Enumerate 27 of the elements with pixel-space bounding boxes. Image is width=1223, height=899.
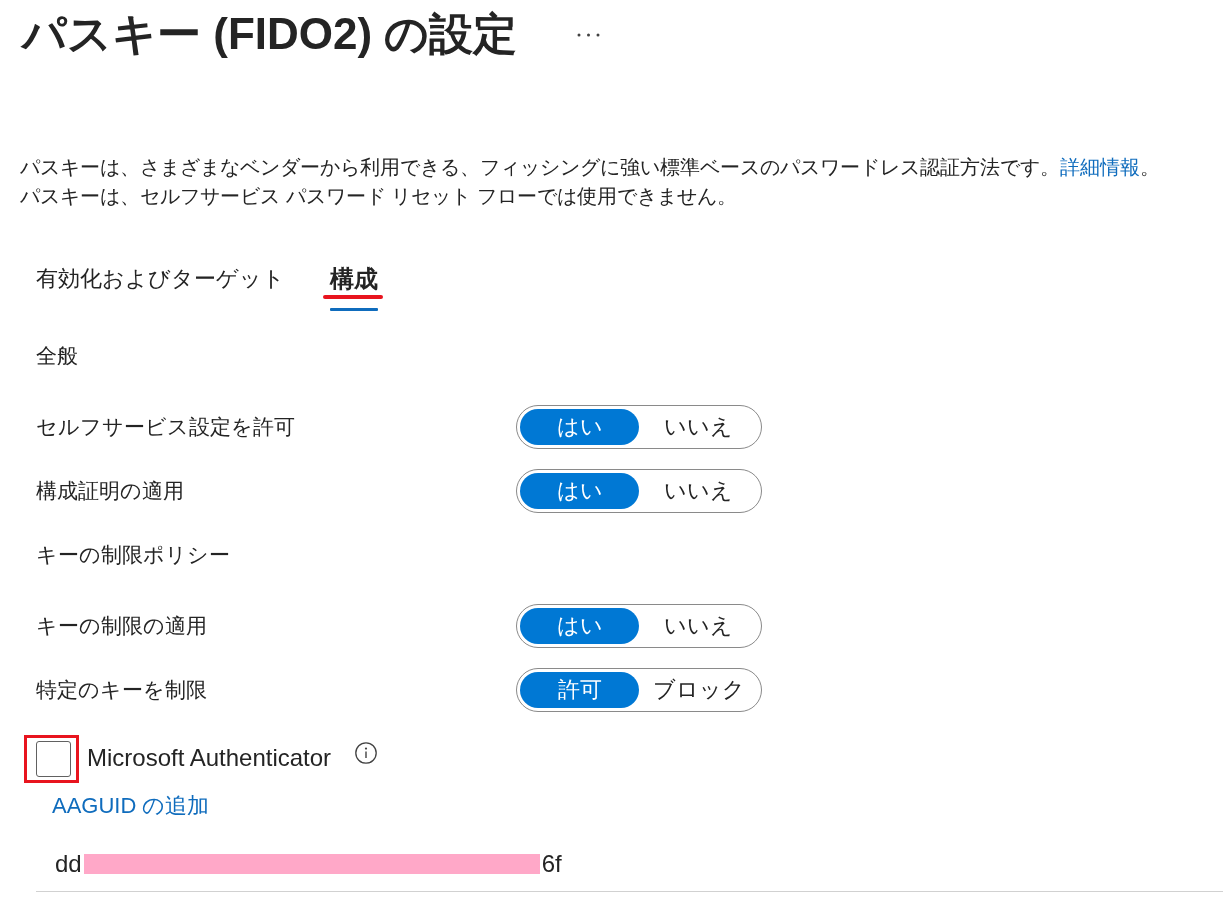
setting-label: キーの制限の適用 xyxy=(36,613,208,639)
toggle-option[interactable]: はい xyxy=(520,409,639,445)
toggle-option[interactable]: はい xyxy=(520,608,639,644)
section-heading: 全般 xyxy=(36,343,78,369)
tab[interactable]: 有効化およびターゲット xyxy=(36,264,285,311)
tab[interactable]: 構成 xyxy=(330,264,378,311)
add-aaguid-link[interactable]: AAGUID の追加 xyxy=(52,791,210,821)
toggle-option[interactable]: はい xyxy=(520,473,639,509)
section-heading: キーの制限ポリシー xyxy=(36,542,230,568)
setting-label: 特定のキーを制限 xyxy=(36,677,208,703)
toggle-option[interactable]: 許可 xyxy=(520,672,639,708)
key-name: Microsoft Authenticator xyxy=(87,743,332,773)
description-text: パスキーは、さまざまなベンダーから利用できる、フィッシングに強い標準ベースのパスワードレス認証方法です。詳細情報。 xyxy=(20,155,1160,180)
description-text: パスキーは、セルフサービス パスワード リセット フローでは使用できません。 xyxy=(20,184,737,209)
toggle-option[interactable]: いいえ xyxy=(639,608,758,644)
page-title: パスキー (FIDO2) の設定 xyxy=(22,8,518,60)
toggle-option[interactable]: ブロック xyxy=(639,672,758,708)
aaguid-text: dd xyxy=(55,849,82,879)
checkbox[interactable] xyxy=(36,741,71,777)
toggle-option[interactable]: いいえ xyxy=(639,473,758,509)
more-icon[interactable] xyxy=(577,33,601,37)
info-icon[interactable] xyxy=(355,742,378,764)
setting-label: 構成証明の適用 xyxy=(36,478,185,504)
setting-label: セルフサービス設定を許可 xyxy=(36,414,296,440)
learn-more-link[interactable]: 詳細情報 xyxy=(1060,156,1140,178)
toggle-option[interactable]: いいえ xyxy=(639,409,758,445)
aaguid-text: 6f xyxy=(541,849,562,879)
